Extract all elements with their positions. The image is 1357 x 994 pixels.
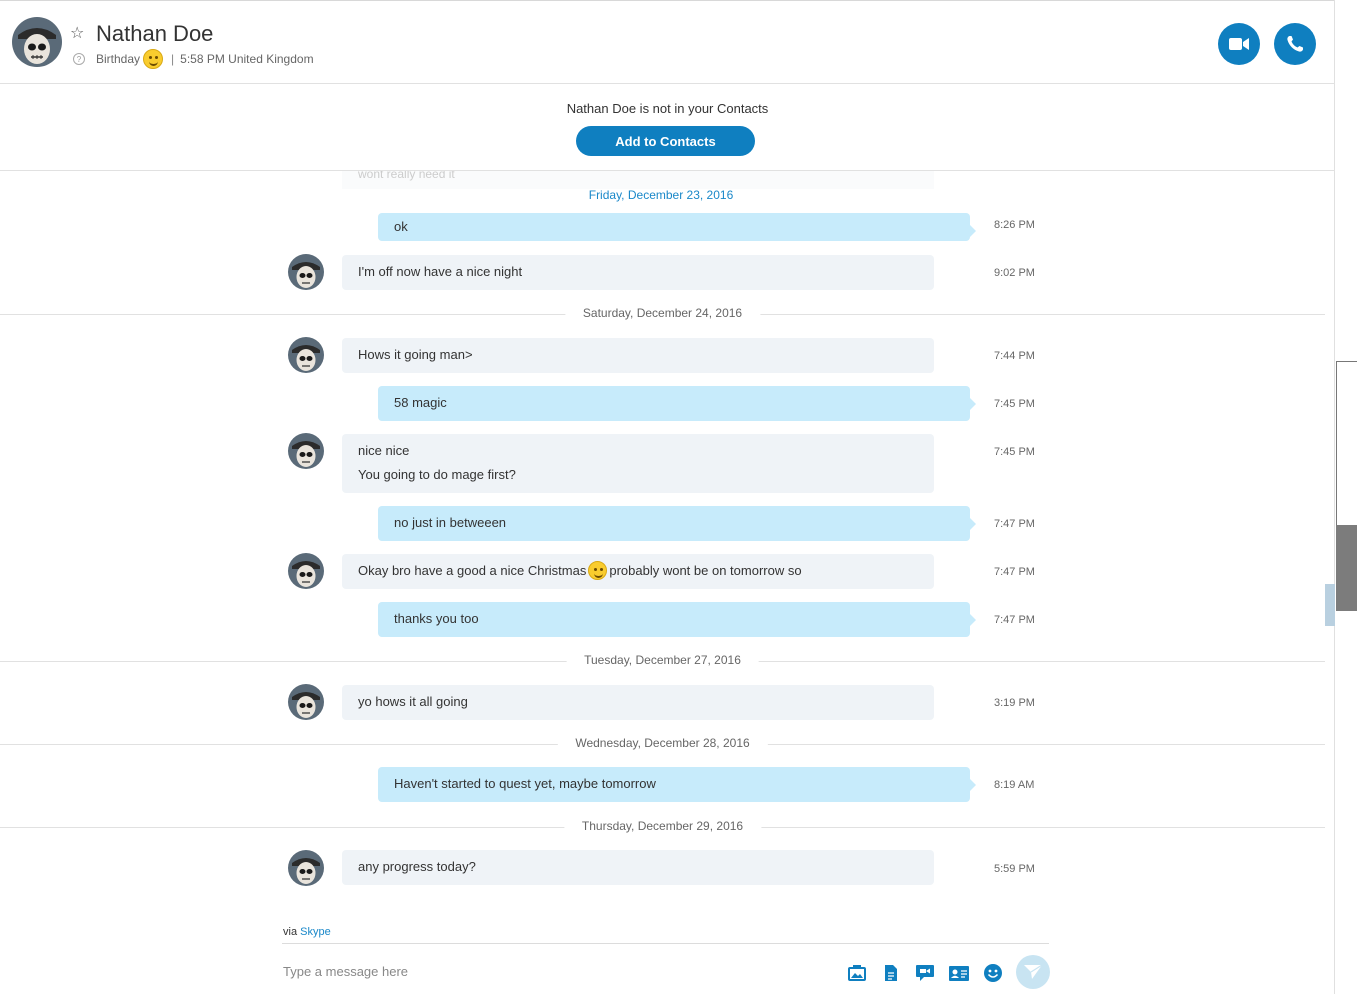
message-text: I'm off now have a nice night <box>358 264 523 279</box>
message-time: 7:47 PM <box>994 614 1035 626</box>
image-icon <box>848 965 866 981</box>
date-label: Tuesday, December 27, 2016 <box>566 653 759 667</box>
compose-divider <box>282 943 1049 944</box>
mood-row: ? Birthday | 5:58 PM United Kingdom <box>73 49 314 69</box>
date-header-first: Friday, December 23, 2016 <box>588 188 734 202</box>
emoticon-icon <box>984 964 1002 982</box>
message-outgoing[interactable]: ok <box>378 213 976 241</box>
message-text: Hows it going man> <box>358 347 473 362</box>
video-message-icon <box>916 965 934 981</box>
contact-name[interactable]: Nathan Doe <box>96 21 213 47</box>
message-time: 7:45 PM <box>994 446 1035 458</box>
message-time: 8:19 AM <box>994 779 1035 791</box>
message-outgoing[interactable]: thanks you too <box>378 602 976 637</box>
message-time: 5:59 PM <box>994 863 1035 875</box>
video-call-icon <box>1229 38 1249 50</box>
message-time: 3:19 PM <box>994 697 1035 709</box>
message-text: thanks you too <box>394 611 479 626</box>
message-text: Haven't started to quest yet, maybe tomo… <box>394 776 656 791</box>
message-time: 9:02 PM <box>994 267 1035 279</box>
side-panel-thumb <box>1336 525 1357 611</box>
phone-icon <box>1287 36 1303 52</box>
send-button[interactable] <box>1016 955 1050 989</box>
message-text-continued: probably wont be on tomorrow so <box>609 563 802 578</box>
not-in-contacts-banner: Nathan Doe is not in your Contacts Add t… <box>0 84 1335 171</box>
message-text: 58 magic <box>394 395 447 410</box>
smiley-icon <box>588 561 608 580</box>
file-icon <box>885 965 897 981</box>
date-separator: Tuesday, December 27, 2016 <box>0 651 1325 671</box>
message-incoming[interactable]: I'm off now have a nice night <box>342 255 934 290</box>
message-incoming[interactable]: Hows it going man> <box>342 338 934 373</box>
message-time: 7:47 PM <box>994 566 1035 578</box>
date-label: Thursday, December 29, 2016 <box>563 819 762 833</box>
message-outgoing[interactable]: Haven't started to quest yet, maybe tomo… <box>378 767 976 802</box>
message-text: Okay bro have a good a nice Christmas <box>358 563 587 578</box>
conversation-header: ☆ Nathan Doe ? Birthday | 5:58 PM United… <box>0 3 1335 84</box>
contact-avatar[interactable] <box>12 17 62 67</box>
message-text: nice nice <box>358 443 410 458</box>
message-text: any progress today? <box>358 859 476 874</box>
sender-avatar[interactable] <box>288 553 324 589</box>
message-input[interactable] <box>283 958 823 984</box>
sender-avatar[interactable] <box>288 433 324 469</box>
via-text: via <box>283 926 298 938</box>
sender-avatar[interactable] <box>288 337 324 373</box>
separator: | <box>171 52 175 66</box>
contact-card-icon <box>949 965 969 981</box>
skype-chat-window: ☆ Nathan Doe ? Birthday | 5:58 PM United… <box>0 0 1357 994</box>
date-separator: Thursday, December 29, 2016 <box>0 817 1325 837</box>
add-to-contacts-button[interactable]: Add to Contacts <box>576 126 755 156</box>
date-label: Wednesday, December 28, 2016 <box>557 736 768 750</box>
help-icon[interactable]: ? <box>73 53 85 65</box>
audio-call-button[interactable] <box>1274 23 1316 65</box>
mood-message: Birthday <box>96 52 141 66</box>
message-incoming[interactable]: nice nice You going to do mage first? <box>342 434 934 493</box>
message-incoming[interactable]: yo hows it all going <box>342 685 934 720</box>
emoticon-button[interactable] <box>982 962 1004 984</box>
sender-avatar[interactable] <box>288 684 324 720</box>
message-incoming[interactable]: any progress today? <box>342 850 934 885</box>
date-label: Saturday, December 24, 2016 <box>564 306 761 320</box>
send-contact-button[interactable] <box>948 962 970 984</box>
not-in-contacts-text: Nathan Doe is not in your Contacts <box>566 101 769 116</box>
via-skype-link[interactable]: Skype <box>300 926 331 938</box>
via-label: via Skype <box>283 926 331 938</box>
video-message-button[interactable] <box>914 962 936 984</box>
message-time: 8:26 PM <box>994 219 1035 231</box>
faded-message: wont really need it <box>342 171 934 189</box>
message-time: 7:47 PM <box>994 518 1035 530</box>
date-separator: Wednesday, December 28, 2016 <box>0 734 1325 754</box>
sender-avatar[interactable] <box>288 254 324 290</box>
message-text: yo hows it all going <box>358 694 468 709</box>
message-text-line2: You going to do mage first? <box>358 467 516 482</box>
star-icon[interactable]: ☆ <box>70 23 84 43</box>
message-time: 7:45 PM <box>994 398 1035 410</box>
send-file-button[interactable] <box>880 962 902 984</box>
smiley-icon <box>143 49 164 69</box>
send-icon <box>1024 964 1042 979</box>
sender-avatar[interactable] <box>288 850 324 886</box>
message-incoming[interactable]: Okay bro have a good a nice Christmas pro… <box>342 554 934 589</box>
video-call-button[interactable] <box>1218 23 1260 65</box>
message-outgoing[interactable]: 58 magic <box>378 386 976 421</box>
local-time: 5:58 PM United Kingdom <box>180 52 314 66</box>
message-time: 7:44 PM <box>994 350 1035 362</box>
message-outgoing[interactable]: no just in betweeen <box>378 506 976 541</box>
message-text: no just in betweeen <box>394 515 507 530</box>
scrollbar-thumb[interactable] <box>1325 584 1335 626</box>
message-history[interactable]: wont really need it Friday, December 23,… <box>0 171 1335 911</box>
date-separator: Saturday, December 24, 2016 <box>0 304 1325 324</box>
send-image-button[interactable] <box>846 962 868 984</box>
message-text: ok <box>394 219 408 234</box>
